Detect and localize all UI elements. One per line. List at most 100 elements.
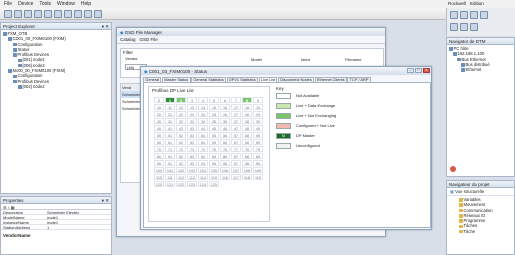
live-list-cell[interactable]: 107 xyxy=(231,167,241,173)
view-selector[interactable]: ▦ Vue structurelle xyxy=(447,188,514,196)
open-icon[interactable] xyxy=(14,10,22,18)
live-list-cell[interactable]: 65 xyxy=(209,139,219,145)
menu-tools[interactable]: Tools xyxy=(39,1,51,7)
live-list-cell[interactable]: 45 xyxy=(209,125,219,131)
remove-icon[interactable] xyxy=(64,10,72,18)
pin-icon[interactable]: ▾ ✕ xyxy=(102,24,109,30)
live-list-cell[interactable]: 34 xyxy=(198,118,208,124)
live-list-cell[interactable]: 122 xyxy=(176,181,186,187)
live-list-cell[interactable]: 125 xyxy=(209,181,219,187)
live-list-cell[interactable]: 25 xyxy=(209,111,219,117)
live-list-cell[interactable]: 21 xyxy=(165,111,175,117)
live-list-cell[interactable]: 109 xyxy=(253,167,263,173)
live-list-cell[interactable]: 39 xyxy=(253,118,263,124)
menu-edition[interactable]: Edition xyxy=(470,1,484,7)
live-list-cell[interactable]: 82 xyxy=(176,153,186,159)
live-list-cell[interactable]: 117 xyxy=(231,174,241,180)
live-list-cell[interactable]: 46 xyxy=(220,125,230,131)
live-list-cell[interactable]: 57 xyxy=(231,132,241,138)
live-list-cell[interactable]: 114 xyxy=(198,174,208,180)
live-list-cell[interactable]: 63 xyxy=(187,139,197,145)
live-list-cell[interactable]: 97 xyxy=(231,160,241,166)
live-list-cell[interactable]: 85 xyxy=(209,153,219,159)
live-list-cell[interactable]: 99 xyxy=(253,160,263,166)
live-list-cell[interactable]: 49 xyxy=(253,125,263,131)
live-list-cell[interactable]: 54 xyxy=(198,132,208,138)
live-list-cell[interactable]: 92 xyxy=(176,160,186,166)
live-list-cell[interactable]: 123 xyxy=(187,181,197,187)
live-list-cell[interactable]: 89 xyxy=(253,153,263,159)
live-list-cell[interactable]: 55 xyxy=(209,132,219,138)
live-list-cell[interactable]: 0 xyxy=(154,97,164,103)
live-list-cell[interactable]: 22 xyxy=(176,111,186,117)
close-icon[interactable] xyxy=(34,10,42,18)
live-list-cell[interactable]: 33 xyxy=(187,118,197,124)
live-list-cell[interactable]: 1 xyxy=(165,97,175,103)
live-list-cell[interactable]: 61 xyxy=(165,139,175,145)
live-list-cell[interactable]: 119 xyxy=(253,174,263,180)
live-list-cell[interactable]: 58 xyxy=(242,132,252,138)
add-icon[interactable] xyxy=(54,10,62,18)
live-list-cell[interactable]: 111 xyxy=(165,174,175,180)
live-list-cell[interactable]: 83 xyxy=(187,153,197,159)
live-list-cell[interactable]: 78 xyxy=(242,146,252,152)
live-list-cell[interactable]: 8 xyxy=(242,97,252,103)
live-list-cell[interactable]: 30 xyxy=(154,118,164,124)
live-list-cell[interactable]: 106 xyxy=(220,167,230,173)
live-list-cell[interactable]: 104 xyxy=(198,167,208,173)
search-icon[interactable] xyxy=(84,10,92,18)
live-list-cell[interactable]: 50 xyxy=(154,132,164,138)
live-list-cell[interactable]: 86 xyxy=(220,153,230,159)
live-list-cell[interactable]: 17 xyxy=(231,104,241,110)
status-titlebar[interactable]: ◆ C001_03_FXIM0100 - Status – □ ✕ xyxy=(141,67,431,75)
save-icon[interactable] xyxy=(24,10,32,18)
live-list-cell[interactable]: 75 xyxy=(209,146,219,152)
new-icon[interactable] xyxy=(4,10,12,18)
live-list-cell[interactable]: 121 xyxy=(165,181,175,187)
live-list-cell[interactable]: 112 xyxy=(176,174,186,180)
tree-node[interactable]: Ethernet xyxy=(449,67,512,72)
gsd-manager-titlebar[interactable]: ◆ GSD File Manager xyxy=(117,28,385,36)
live-list-cell[interactable]: 66 xyxy=(220,139,230,145)
new-icon[interactable] xyxy=(450,11,458,19)
live-list-cell[interactable]: 68 xyxy=(242,139,252,145)
live-list-cell[interactable]: 120 xyxy=(154,181,164,187)
live-list-cell[interactable]: 77 xyxy=(231,146,241,152)
live-list-cell[interactable]: 40 xyxy=(154,125,164,131)
live-list-cell[interactable]: 5 xyxy=(209,97,219,103)
live-list-cell[interactable]: 53 xyxy=(187,132,197,138)
live-list-cell[interactable]: 90 xyxy=(154,160,164,166)
live-list-cell[interactable]: 18 xyxy=(242,104,252,110)
menu-window[interactable]: Window xyxy=(57,1,75,7)
live-list-cell[interactable]: 26 xyxy=(220,111,230,117)
live-list-cell[interactable]: 14 xyxy=(198,104,208,110)
live-list-cell[interactable]: 36 xyxy=(220,118,230,124)
undo-icon[interactable] xyxy=(450,23,458,31)
live-list-cell[interactable]: 24 xyxy=(198,111,208,117)
live-list-cell[interactable]: 48 xyxy=(242,125,252,131)
live-list-cell[interactable]: 98 xyxy=(242,160,252,166)
live-list-cell[interactable]: 80 xyxy=(154,153,164,159)
live-list-cell[interactable]: 93 xyxy=(187,160,197,166)
live-list-cell[interactable]: 105 xyxy=(209,167,219,173)
property-value[interactable]: 1 xyxy=(45,225,111,229)
live-list-cell[interactable]: 41 xyxy=(165,125,175,131)
live-list-cell[interactable]: 74 xyxy=(198,146,208,152)
live-list-cell[interactable]: 27 xyxy=(231,111,241,117)
grid-icon[interactable] xyxy=(74,10,82,18)
menu-rockwell[interactable]: Rockwell xyxy=(448,1,466,7)
live-list-cell[interactable]: 6 xyxy=(220,97,230,103)
tree-node[interactable]: Tâche xyxy=(459,229,502,234)
property-value[interactable]: Schneider Electric xyxy=(45,210,111,214)
live-list-cell[interactable]: 79 xyxy=(253,146,263,152)
menu-help[interactable]: Help xyxy=(81,1,91,7)
menu-device[interactable]: Device xyxy=(18,1,33,7)
property-value[interactable]: node1 xyxy=(45,220,111,224)
copy-icon[interactable] xyxy=(470,11,478,19)
settings-icon[interactable] xyxy=(94,10,102,18)
live-list-cell[interactable]: 31 xyxy=(165,118,175,124)
live-list-cell[interactable]: 15 xyxy=(209,104,219,110)
live-list-cell[interactable]: 37 xyxy=(231,118,241,124)
tree-node[interactable]: [002] node2 xyxy=(3,84,109,89)
property-value[interactable]: node1 xyxy=(45,215,111,219)
